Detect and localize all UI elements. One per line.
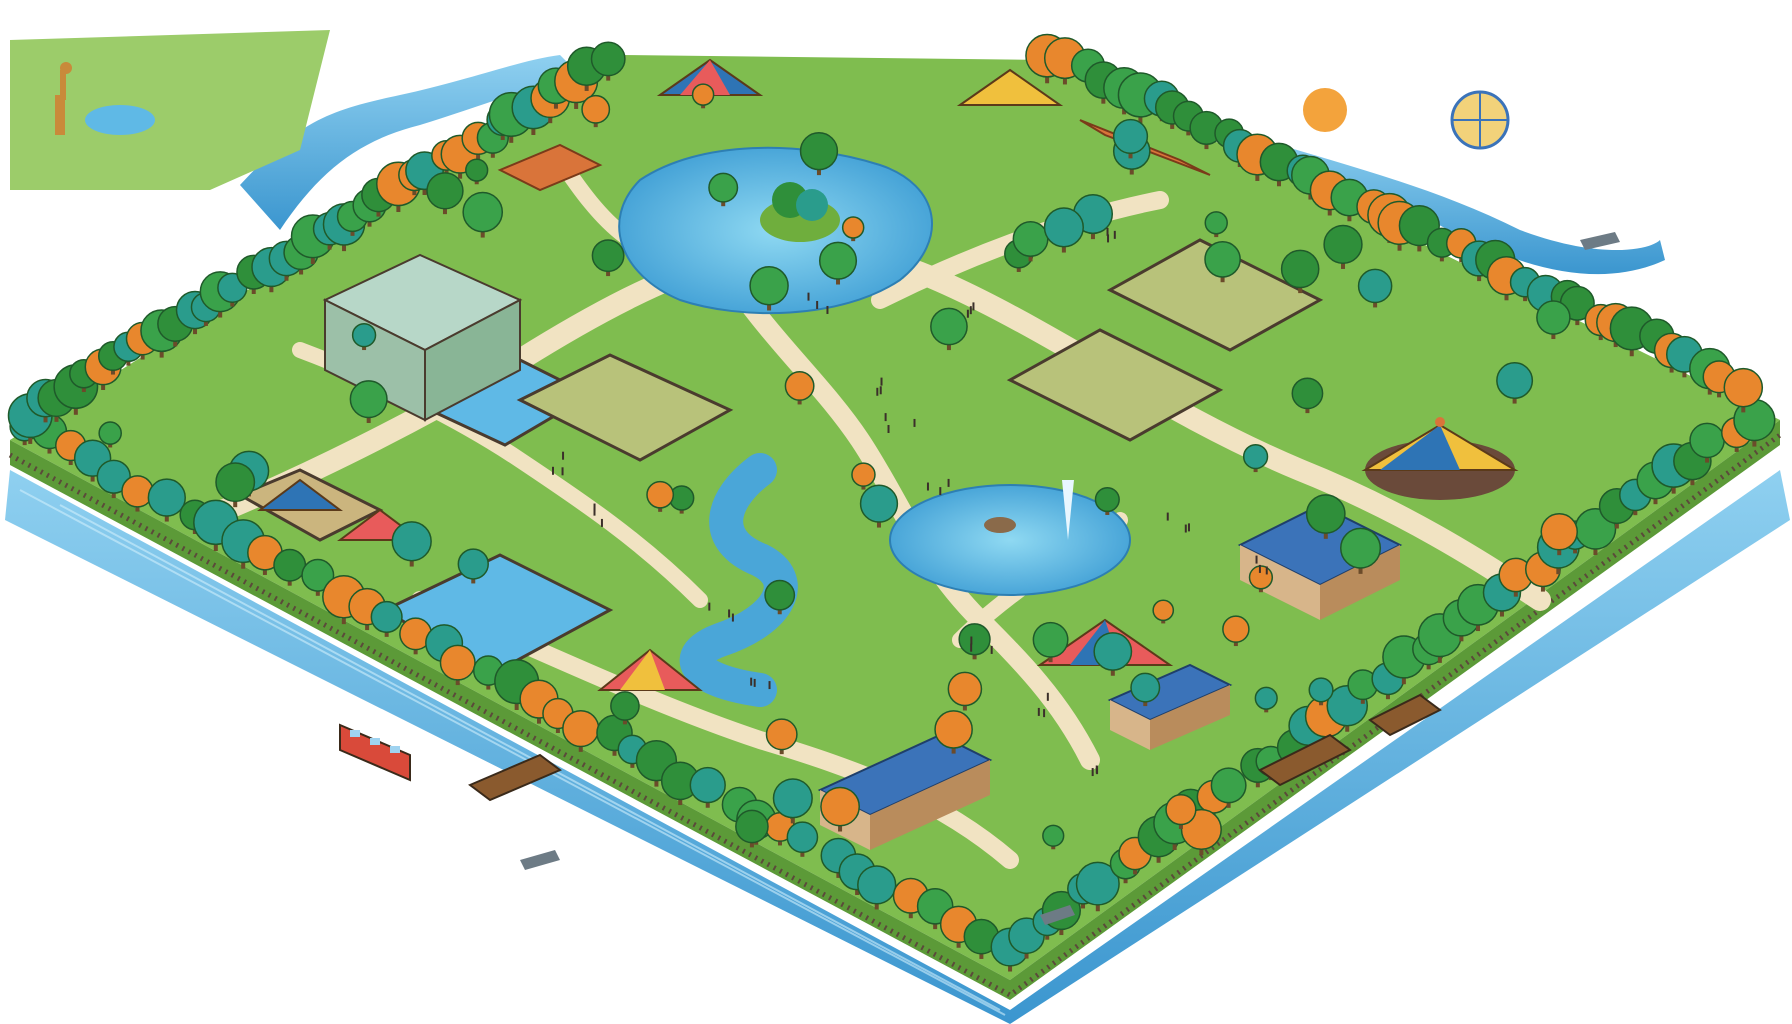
zoo-map-illustration bbox=[5, 30, 1790, 1024]
zoo-map bbox=[0, 0, 1792, 1024]
bus-icon bbox=[339, 723, 411, 782]
sun-compass-area bbox=[1303, 88, 1510, 150]
sun-icon bbox=[1303, 88, 1347, 132]
